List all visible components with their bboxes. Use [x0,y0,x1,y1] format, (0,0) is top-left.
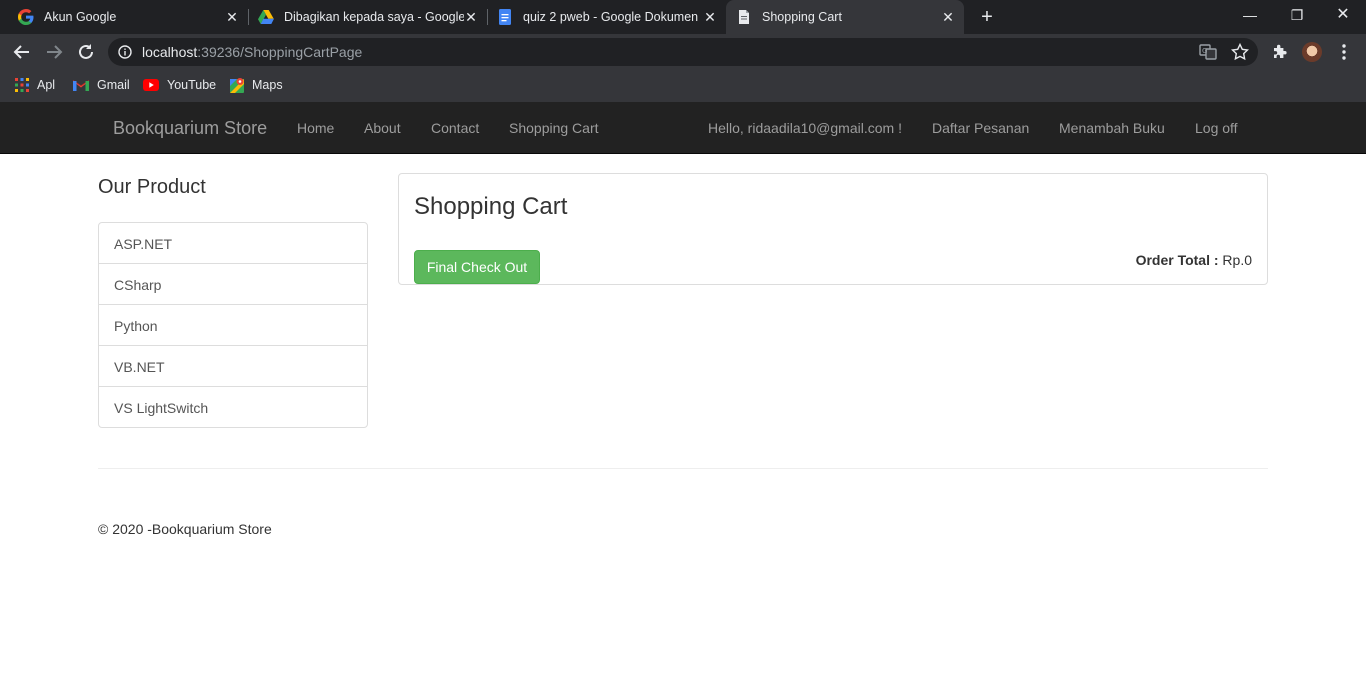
nav-user-greeting-link[interactable]: Hello, ridaadila10@gmail.com ! [708,120,902,136]
google-docs-icon [499,9,511,25]
close-icon[interactable]: ✕ [462,8,480,26]
back-arrow-icon[interactable] [11,41,33,63]
nav-daftar-pesanan-link[interactable]: Daftar Pesanan [932,120,1029,136]
extensions-puzzle-icon[interactable] [1271,43,1289,61]
nav-about-link[interactable]: About [364,120,401,136]
forward-arrow-icon[interactable] [43,41,65,63]
browser-tab-shopping-cart[interactable]: Shopping Cart ✕ [726,0,964,34]
url-text[interactable]: localhost:39236/ShoppingCartPage [142,44,362,60]
order-total-value: Rp.0 [1222,252,1252,268]
maps-icon [230,78,244,93]
google-icon [18,9,34,25]
bookmark-maps[interactable]: Maps [230,77,283,93]
restore-button[interactable]: ❐ [1285,4,1309,28]
window-close-button[interactable]: ✕ [1331,4,1355,28]
bookmark-label: Gmail [97,78,130,92]
bookmark-label: Maps [252,78,283,92]
translate-icon[interactable]: G [1199,43,1217,61]
tab-title: Akun Google [44,10,117,24]
final-checkout-button[interactable]: Final Check Out [414,250,540,284]
youtube-icon [143,79,159,91]
bookmark-apps[interactable]: Apl [15,77,55,93]
tab-title: Dibagikan kepada saya - Google [284,10,464,24]
footer-divider [98,468,1268,469]
more-vert-icon[interactable] [1336,43,1352,61]
svg-text:G: G [1202,47,1207,55]
info-icon[interactable] [118,45,132,59]
reload-icon[interactable] [75,41,97,63]
close-icon[interactable]: ✕ [939,8,957,26]
browser-tab-drive[interactable]: Dibagikan kepada saya - Google ✕ [248,0,486,34]
nav-home-link[interactable]: Home [297,120,334,136]
profile-avatar[interactable] [1302,42,1322,62]
minimize-button[interactable]: — [1238,4,1262,28]
close-icon[interactable]: ✕ [223,8,241,26]
category-item-vbnet[interactable]: VB.NET [99,346,367,387]
page-icon [739,10,749,24]
product-category-list: ASP.NET CSharp Python VB.NET VS LightSwi… [98,222,368,428]
new-tab-button[interactable]: + [976,6,998,28]
tab-title: quiz 2 pweb - Google Dokumen [523,10,699,24]
category-item-vs-lightswitch[interactable]: VS LightSwitch [99,387,367,428]
apps-grid-icon [15,78,29,92]
category-item-aspnet[interactable]: ASP.NET [99,223,367,264]
browser-tab-akun-google[interactable]: Akun Google ✕ [8,0,246,34]
nav-menambah-buku-link[interactable]: Menambah Buku [1059,120,1165,136]
page-title: Shopping Cart [414,193,568,220]
gmail-icon [73,80,89,91]
url-path: :39236/ShoppingCartPage [197,44,363,60]
url-host: localhost [142,44,198,60]
star-bookmark-icon[interactable] [1231,43,1249,61]
nav-logoff-link[interactable]: Log off [1195,120,1238,136]
category-item-python[interactable]: Python [99,305,367,346]
browser-tab-docs[interactable]: quiz 2 pweb - Google Dokumen ✕ [487,0,725,34]
footer-copyright: © 2020 -Bookquarium Store [98,521,272,537]
nav-shopping-cart-link[interactable]: Shopping Cart [509,120,599,136]
order-total-label: Order Total : [1135,252,1219,268]
bookmark-label: Apl [37,78,56,92]
tab-title: Shopping Cart [762,10,842,24]
sidebar-title: Our Product [98,176,206,198]
site-brand-link[interactable]: Bookquarium Store [113,118,267,139]
category-item-csharp[interactable]: CSharp [99,264,367,305]
bookmark-gmail[interactable]: Gmail [73,77,130,93]
close-icon[interactable]: ✕ [701,8,719,26]
google-drive-icon [258,10,274,24]
bookmark-youtube[interactable]: YouTube [143,77,216,93]
bookmark-label: YouTube [167,78,217,92]
order-total: Order Total : Rp.0 [1136,252,1252,268]
nav-contact-link[interactable]: Contact [431,120,479,136]
